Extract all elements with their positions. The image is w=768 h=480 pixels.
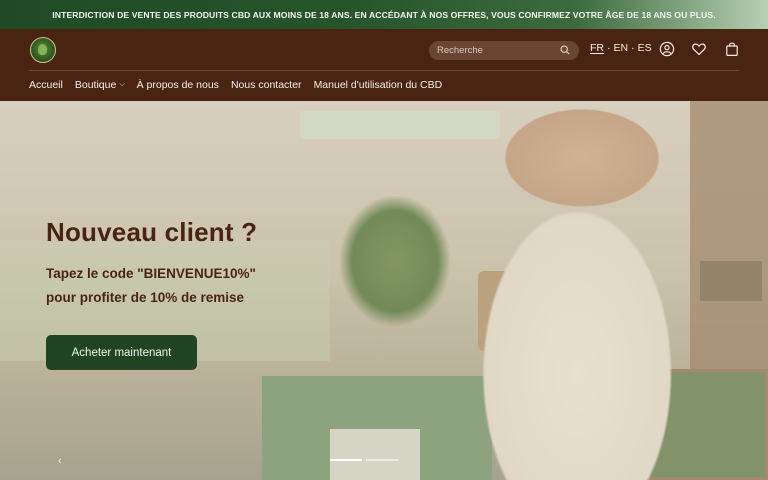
nav-label: Boutique [74, 79, 117, 91]
nav-label: Nous contacter [230, 79, 302, 91]
site-header: FR · EN · ES Accueil Boutique ⌵ À propos… [0, 29, 768, 101]
header-divider [29, 70, 739, 71]
slider-prev-arrow[interactable]: ‹ [58, 455, 62, 467]
lang-es[interactable]: ES [638, 42, 652, 54]
slider-pagination [330, 459, 398, 461]
nav-label: Accueil [29, 79, 63, 91]
site-logo[interactable] [30, 37, 56, 63]
wishlist-heart-icon[interactable] [691, 41, 707, 57]
nav-item-about[interactable]: À propos de nous [137, 79, 219, 91]
hero-promo-text: Tapez le code "BIENVENUE10%" pour profit… [46, 262, 257, 310]
search-input[interactable] [437, 45, 557, 56]
discount-line: pour profiter de 10% de remise [46, 290, 245, 305]
lang-separator: · [607, 42, 611, 54]
main-nav: Accueil Boutique ⌵ À propos de nous Nous… [29, 79, 442, 91]
search-icon[interactable] [560, 45, 570, 55]
search-bar[interactable] [429, 41, 579, 60]
nav-item-cbd-manual[interactable]: Manuel d'utilisation du CBD [314, 79, 443, 91]
hero-text-block: Nouveau client ? Tapez le code "BIENVENU… [46, 217, 257, 310]
hero-banner: Nouveau client ? Tapez le code "BIENVENU… [0, 101, 768, 480]
cart-bag-icon[interactable] [724, 41, 740, 57]
slide-indicator[interactable] [330, 459, 362, 461]
slide-indicator[interactable] [366, 459, 398, 461]
account-icon[interactable] [659, 41, 675, 57]
lang-en[interactable]: EN [614, 42, 629, 54]
chevron-down-icon: ⌵ [119, 81, 125, 88]
language-switcher: FR · EN · ES [590, 42, 652, 54]
promo-code-line: Tapez le code "BIENVENUE10%" [46, 266, 256, 281]
nav-item-contact[interactable]: Nous contacter [231, 79, 302, 91]
nav-item-boutique[interactable]: Boutique ⌵ [75, 79, 125, 91]
announcement-text: INTERDICTION DE VENTE DES PRODUITS CBD A… [52, 9, 716, 20]
hero-title: Nouveau client ? [46, 217, 258, 247]
nav-label: À propos de nous [136, 79, 219, 91]
lang-separator: · [631, 42, 635, 54]
nav-item-accueil[interactable]: Accueil [29, 79, 63, 91]
lang-fr[interactable]: FR [590, 42, 604, 54]
shop-now-button[interactable]: Acheter maintenant [46, 335, 197, 370]
nav-label: Manuel d'utilisation du CBD [313, 79, 443, 91]
age-restriction-banner: INTERDICTION DE VENTE DES PRODUITS CBD A… [0, 0, 768, 29]
